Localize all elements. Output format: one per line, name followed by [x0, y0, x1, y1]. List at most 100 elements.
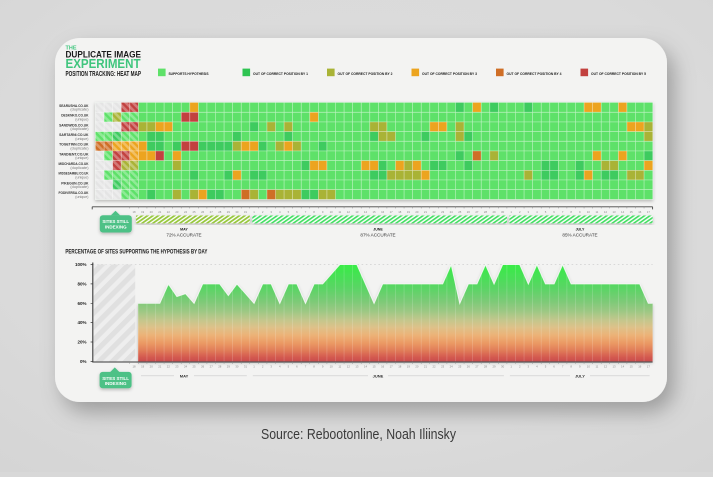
svg-text:25: 25	[458, 210, 462, 214]
svg-text:21: 21	[424, 364, 428, 368]
svg-text:60%: 60%	[77, 301, 86, 306]
svg-text:JULY: JULY	[575, 373, 585, 378]
svg-text:20: 20	[150, 210, 154, 214]
svg-text:13: 13	[612, 210, 616, 214]
svg-text:29: 29	[492, 210, 496, 214]
svg-text:JUNE: JUNE	[373, 228, 383, 232]
svg-text:30: 30	[501, 210, 505, 214]
svg-text:22: 22	[432, 210, 436, 214]
svg-text:15: 15	[372, 210, 376, 214]
svg-text:(duplicate): (duplicate)	[70, 127, 88, 131]
svg-text:(duplicate): (duplicate)	[70, 146, 88, 150]
svg-text:17: 17	[647, 210, 651, 214]
svg-text:17: 17	[390, 210, 394, 214]
svg-text:13: 13	[612, 364, 616, 368]
svg-text:18: 18	[398, 364, 402, 368]
svg-text:12: 12	[347, 210, 351, 214]
svg-text:19: 19	[141, 210, 145, 214]
svg-text:15: 15	[630, 210, 634, 214]
svg-text:22: 22	[167, 364, 171, 368]
svg-text:26: 26	[467, 364, 471, 368]
svg-text:16: 16	[381, 210, 385, 214]
svg-text:SITES STILL: SITES STILL	[102, 376, 129, 381]
svg-text:24: 24	[184, 210, 188, 214]
svg-text:10: 10	[330, 364, 334, 368]
svg-text:23: 23	[441, 210, 445, 214]
svg-text:30: 30	[235, 364, 239, 368]
svg-text:12: 12	[347, 364, 351, 368]
svg-text:16: 16	[381, 364, 385, 368]
svg-text:0%: 0%	[80, 359, 87, 364]
svg-text:SUPPORTS HYPOTHESIS: SUPPORTS HYPOTHESIS	[169, 71, 209, 76]
svg-text:25: 25	[458, 364, 462, 368]
svg-text:29: 29	[227, 210, 231, 214]
svg-text:13: 13	[355, 210, 359, 214]
svg-text:40%: 40%	[77, 320, 86, 325]
svg-text:28: 28	[218, 210, 222, 214]
svg-text:85% ACCURATE: 85% ACCURATE	[562, 233, 597, 238]
svg-text:19: 19	[141, 364, 145, 368]
svg-text:14: 14	[621, 210, 625, 214]
svg-text:POSITION TRACKING: HEAT MAP: POSITION TRACKING: HEAT MAP	[66, 69, 142, 78]
svg-text:20: 20	[415, 210, 419, 214]
svg-text:JULY: JULY	[576, 228, 585, 232]
svg-text:10: 10	[587, 210, 591, 214]
svg-text:INDEXING: INDEXING	[105, 225, 127, 230]
svg-text:14: 14	[621, 364, 625, 368]
svg-text:13: 13	[355, 364, 359, 368]
svg-text:19: 19	[407, 364, 411, 368]
svg-text:Source: Rebootonline, Noah Ili: Source: Rebootonline, Noah Iliinsky	[261, 426, 456, 443]
svg-text:27: 27	[475, 364, 479, 368]
svg-text:17: 17	[647, 364, 651, 368]
svg-text:30: 30	[235, 210, 239, 214]
svg-text:31: 31	[244, 210, 248, 214]
svg-text:72% ACCURATE: 72% ACCURATE	[166, 233, 201, 238]
svg-text:11: 11	[595, 210, 598, 214]
svg-text:INDEXING: INDEXING	[105, 381, 127, 386]
svg-text:24: 24	[184, 364, 188, 368]
svg-text:20: 20	[415, 364, 419, 368]
svg-text:11: 11	[595, 364, 598, 368]
svg-text:17: 17	[390, 364, 394, 368]
svg-text:(unique): (unique)	[75, 117, 88, 121]
svg-text:16: 16	[638, 210, 642, 214]
svg-text:28: 28	[484, 210, 488, 214]
svg-text:14: 14	[364, 364, 368, 368]
svg-text:PERCENTAGE OF SITES SUPPORTING: PERCENTAGE OF SITES SUPPORTING THE HYPOT…	[65, 249, 208, 256]
svg-text:11: 11	[338, 210, 341, 214]
svg-text:18: 18	[398, 210, 402, 214]
svg-text:14: 14	[364, 210, 368, 214]
svg-text:26: 26	[201, 364, 205, 368]
svg-text:SITES STILL: SITES STILL	[102, 219, 129, 224]
svg-text:25: 25	[193, 364, 197, 368]
svg-text:20%: 20%	[77, 340, 86, 345]
svg-text:29: 29	[492, 364, 496, 368]
svg-text:OUT OF CORRECT POSITION BY 5: OUT OF CORRECT POSITION BY 5	[591, 71, 647, 76]
svg-text:MAY: MAY	[180, 228, 188, 232]
svg-text:30: 30	[501, 364, 505, 368]
svg-text:21: 21	[424, 210, 428, 214]
svg-text:27: 27	[210, 210, 214, 214]
svg-text:16: 16	[638, 364, 642, 368]
svg-text:11: 11	[338, 364, 341, 368]
svg-text:20: 20	[150, 364, 154, 368]
svg-text:(duplicate): (duplicate)	[70, 108, 88, 112]
svg-text:(duplicate): (duplicate)	[70, 185, 88, 189]
svg-text:15: 15	[630, 364, 634, 368]
svg-text:10: 10	[330, 210, 334, 214]
svg-text:OUT OF CORRECT POSITION BY 1: OUT OF CORRECT POSITION BY 1	[253, 71, 309, 76]
svg-text:21: 21	[158, 210, 162, 214]
svg-text:JUNE: JUNE	[373, 373, 384, 378]
svg-text:27: 27	[210, 364, 214, 368]
svg-text:23: 23	[175, 210, 179, 214]
svg-text:15: 15	[372, 364, 376, 368]
svg-text:28: 28	[484, 364, 488, 368]
svg-text:18: 18	[133, 364, 137, 368]
svg-text:(duplicate): (duplicate)	[70, 166, 88, 170]
svg-text:80%: 80%	[77, 282, 86, 287]
svg-text:22: 22	[167, 210, 171, 214]
svg-text:12: 12	[604, 364, 608, 368]
svg-text:29: 29	[227, 364, 231, 368]
svg-text:100%: 100%	[75, 262, 87, 267]
svg-text:87% ACCURATE: 87% ACCURATE	[360, 233, 395, 238]
